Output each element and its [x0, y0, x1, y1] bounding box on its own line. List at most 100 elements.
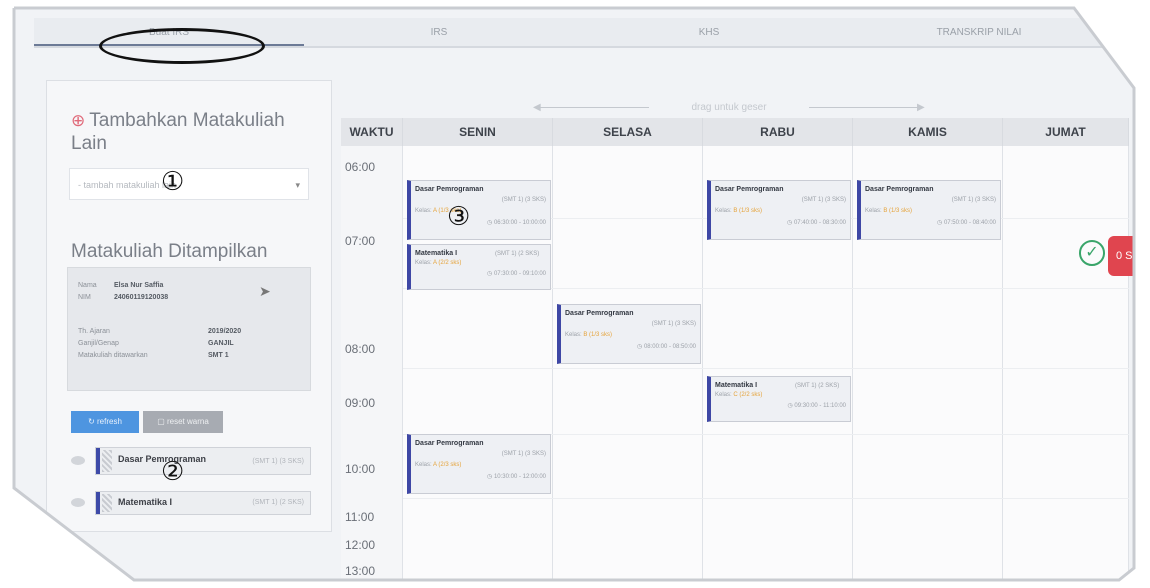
- info-ta-label: Th. Ajaran: [78, 328, 110, 335]
- event-sks: (SMT 1) (2 SKS): [795, 383, 840, 389]
- info-ditawarkan-label: Matakuliah ditawarkan: [78, 352, 148, 359]
- annotation-number-3: ③: [447, 202, 471, 232]
- check-circle-icon: ✓: [1079, 240, 1105, 266]
- student-info-box: Nama Elsa Nur Saffia NIM 24060119120038 …: [67, 267, 311, 391]
- event-title: Dasar Pemrograman: [415, 440, 484, 447]
- event-dasar-pemrograman-senin-2[interactable]: Dasar Pemrograman (SMT 1) (3 SKS) Kelas:…: [407, 434, 551, 494]
- time-label: 08:00: [345, 342, 376, 356]
- sks-counter-badge[interactable]: 0 SKS: [1108, 236, 1134, 276]
- annotation-number-1: ①: [161, 167, 185, 197]
- reset-color-button[interactable]: ▢ reset warna: [143, 411, 223, 433]
- info-nama-value: Elsa Nur Saffia: [114, 282, 164, 289]
- event-time: ◷ 10:30:00 - 12:00:00: [487, 474, 546, 480]
- add-course-select[interactable]: - tambah matakuliah lain - ▾: [69, 168, 309, 200]
- time-label: 11:00: [345, 510, 375, 524]
- course-card[interactable]: Dasar Pemrograman (SMT 1) (3 SKS): [95, 447, 311, 475]
- event-sks: (SMT 1) (3 SKS): [651, 321, 696, 327]
- arrow-left-icon: [539, 107, 649, 108]
- course-row-dasar-pemrograman[interactable]: Dasar Pemrograman (SMT 1) (3 SKS): [67, 447, 311, 475]
- event-time: ◷ 06:30:00 - 10:00:00: [487, 220, 546, 226]
- event-sks: (SMT 1) (3 SKS): [501, 451, 546, 457]
- event-matematika-senin[interactable]: Matematika I (SMT 1) (2 SKS) Kelas: A (2…: [407, 244, 551, 290]
- arrow-right-icon: [809, 107, 919, 108]
- event-time: ◷ 07:50:00 - 08:40:00: [937, 220, 996, 226]
- event-matematika-rabu[interactable]: Matematika I (SMT 1) (2 SKS) Kelas: C (2…: [707, 376, 851, 422]
- course-meta: (SMT 1) (2 SKS): [252, 499, 304, 506]
- eye-icon[interactable]: [71, 456, 85, 465]
- event-title: Dasar Pemrograman: [415, 186, 484, 193]
- info-ta-value: 2019/2020: [208, 328, 242, 335]
- event-time: ◷ 07:30:00 - 09:10:00: [487, 271, 546, 277]
- schedule-grid: WAKTU SENIN SELASA RABU KAMIS JUMAT 06:0…: [341, 118, 1129, 580]
- drag-handle[interactable]: [102, 494, 112, 512]
- event-sks: (SMT 1) (3 SKS): [501, 197, 546, 203]
- grid-line: [403, 498, 1129, 499]
- event-kelas: Kelas: B (1/3 sks): [565, 332, 613, 338]
- tab-irs[interactable]: IRS: [304, 18, 574, 46]
- add-course-title: Tambahkan Matakuliah Lain: [71, 110, 285, 154]
- event-dasar-pemrograman-selasa[interactable]: Dasar Pemrograman (SMT 1) (3 SKS) Kelas:…: [557, 304, 701, 364]
- time-label: 10:00: [345, 462, 376, 476]
- info-semester-value: GANJIL: [208, 340, 234, 347]
- scroll-hint: ◀ drag untuk geser ▶: [519, 98, 939, 118]
- shown-courses-title: Matakuliah Ditampilkan: [71, 241, 268, 262]
- event-title: Matematika I: [715, 382, 758, 389]
- drag-handle[interactable]: [102, 450, 112, 472]
- header-senin: SENIN: [403, 118, 553, 146]
- time-label: 07:00: [345, 234, 376, 248]
- event-time: ◷ 08:00:00 - 08:50:00: [637, 344, 696, 350]
- header-waktu: WAKTU: [341, 118, 403, 146]
- tab-khs[interactable]: KHS: [574, 18, 844, 46]
- event-dasar-pemrograman-rabu[interactable]: Dasar Pemrograman (SMT 1) (3 SKS) Kelas:…: [707, 180, 851, 240]
- event-dasar-pemrograman-kamis[interactable]: Dasar Pemrograman (SMT 1) (3 SKS) Kelas:…: [857, 180, 1001, 240]
- column-jumat: [1003, 146, 1129, 580]
- tab-transkrip-nilai[interactable]: TRANSKRIP NILAI: [844, 18, 1114, 46]
- event-dasar-pemrograman-senin-1[interactable]: Dasar Pemrograman (SMT 1) (3 SKS) Kelas:…: [407, 180, 551, 240]
- event-sks: (SMT 1) (2 SKS): [495, 251, 540, 257]
- arrow-left-head: ◀: [533, 102, 541, 113]
- annotation-ellipse: [99, 28, 265, 64]
- refresh-button[interactable]: ↻ refresh: [71, 411, 139, 433]
- course-name: Matematika I: [118, 497, 173, 507]
- course-color-bar: [96, 448, 100, 474]
- info-nim-label: NIM: [78, 294, 91, 301]
- event-kelas: Kelas: C (2/2 sks): [715, 392, 763, 398]
- screen: Buat IRS IRS KHS TRANSKRIP NILAI ⊕ Tambah…: [14, 8, 1134, 580]
- chevron-down-icon: ▾: [295, 180, 300, 190]
- event-title: Dasar Pemrograman: [715, 186, 784, 193]
- event-time: ◷ 07:40:00 - 08:30:00: [787, 220, 846, 226]
- header-jumat: JUMAT: [1003, 118, 1129, 146]
- time-label: 13:00: [345, 564, 376, 578]
- mouse-pointer-icon: ➤: [259, 283, 271, 299]
- event-kelas: Kelas: A (2/3 sks): [415, 462, 462, 468]
- scroll-hint-text: drag untuk geser: [691, 102, 767, 113]
- event-sks: (SMT 1) (3 SKS): [951, 197, 996, 203]
- header-rabu: RABU: [703, 118, 853, 146]
- info-nama-label: Nama: [78, 282, 97, 289]
- left-panel: ⊕ Tambahkan Matakuliah Lain - tambah mata…: [46, 80, 332, 532]
- info-ditawarkan-value: SMT 1: [208, 352, 229, 359]
- time-label: 12:00: [345, 538, 376, 552]
- course-card[interactable]: Matematika I (SMT 1) (2 SKS): [95, 491, 311, 515]
- header-kamis: KAMIS: [853, 118, 1003, 146]
- event-kelas: Kelas: B (1/3 sks): [715, 208, 763, 214]
- event-title: Dasar Pemrograman: [565, 310, 634, 317]
- event-title: Matematika I: [415, 250, 458, 257]
- time-label: 06:00: [345, 160, 376, 174]
- course-color-bar: [96, 492, 100, 514]
- course-meta: (SMT 1) (3 SKS): [252, 458, 304, 465]
- info-semester-label: Ganjil/Genap: [78, 340, 119, 347]
- event-sks: (SMT 1) (3 SKS): [801, 197, 846, 203]
- event-kelas: Kelas: B (1/3 sks): [865, 208, 913, 214]
- add-course-heading[interactable]: ⊕ Tambahkan Matakuliah Lain: [71, 109, 311, 155]
- eye-icon[interactable]: [71, 498, 85, 507]
- time-label: 09:00: [345, 396, 376, 410]
- header-selasa: SELASA: [553, 118, 703, 146]
- plus-circle-icon[interactable]: ⊕: [71, 111, 85, 130]
- event-title: Dasar Pemrograman: [865, 186, 934, 193]
- annotation-number-2: ②: [161, 457, 185, 487]
- event-kelas: Kelas: A (2/2 sks): [415, 260, 462, 266]
- arrow-right-head: ▶: [917, 102, 925, 113]
- course-row-matematika-i[interactable]: Matematika I (SMT 1) (2 SKS): [67, 491, 311, 515]
- info-nim-value: 24060119120038: [114, 294, 169, 301]
